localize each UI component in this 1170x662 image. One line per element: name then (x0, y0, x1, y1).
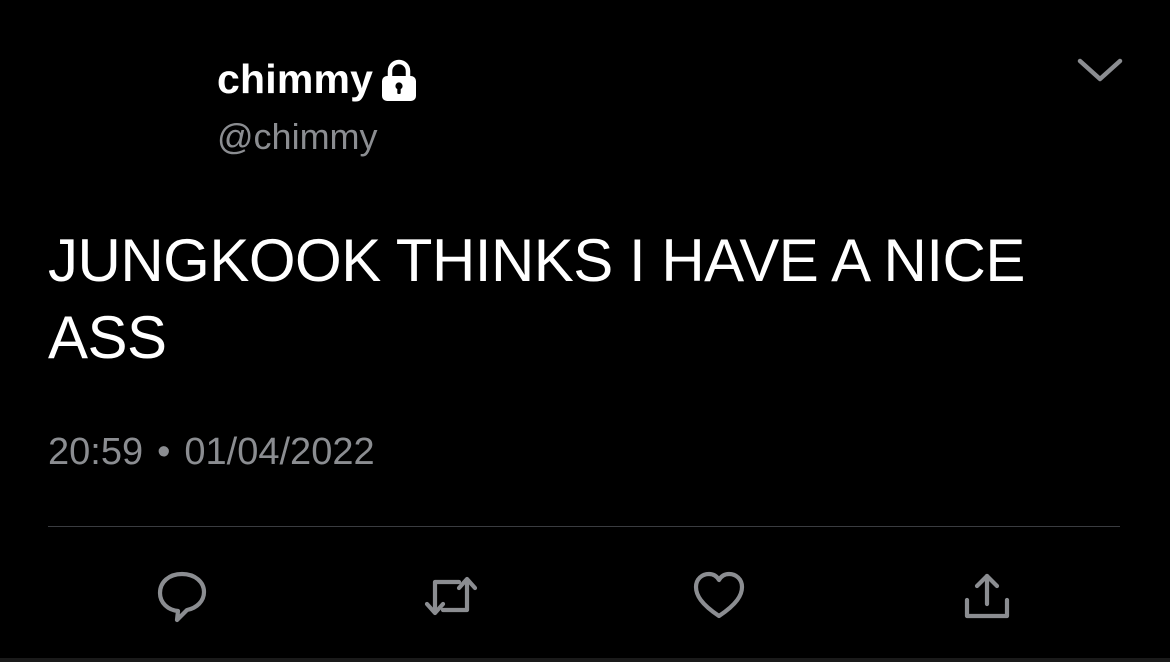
chevron-down-icon (1077, 58, 1123, 82)
author-header[interactable]: chimmy (217, 52, 419, 106)
bottom-edge (0, 658, 1170, 662)
tweet-time: 20:59 (48, 431, 144, 473)
reply-button[interactable] (152, 566, 212, 626)
tweet-timestamp[interactable]: 20:59 • 01/04/2022 (48, 427, 375, 477)
tweet-card: chimmy @chimmy JUNGKOOK THINKS I HAVE A … (0, 0, 1170, 662)
retweet-icon (424, 576, 478, 616)
heart-icon (693, 571, 745, 619)
retweet-button[interactable] (421, 566, 481, 626)
share-button[interactable] (957, 566, 1017, 626)
display-name[interactable]: chimmy (217, 52, 373, 106)
avatar[interactable] (48, 58, 198, 158)
like-button[interactable] (689, 566, 749, 626)
tweet-date: 01/04/2022 (184, 431, 375, 473)
tweet-menu-button[interactable] (1070, 44, 1130, 96)
lock-icon (379, 59, 419, 103)
share-icon (964, 573, 1010, 619)
reply-icon (157, 571, 207, 623)
tweet-text: JUNGKOOK THINKS I HAVE A NICE ASS (48, 227, 1025, 371)
divider (48, 526, 1120, 527)
user-handle[interactable]: @chimmy (217, 114, 378, 160)
meta-separator: • (157, 431, 171, 473)
action-bar (0, 560, 1170, 630)
